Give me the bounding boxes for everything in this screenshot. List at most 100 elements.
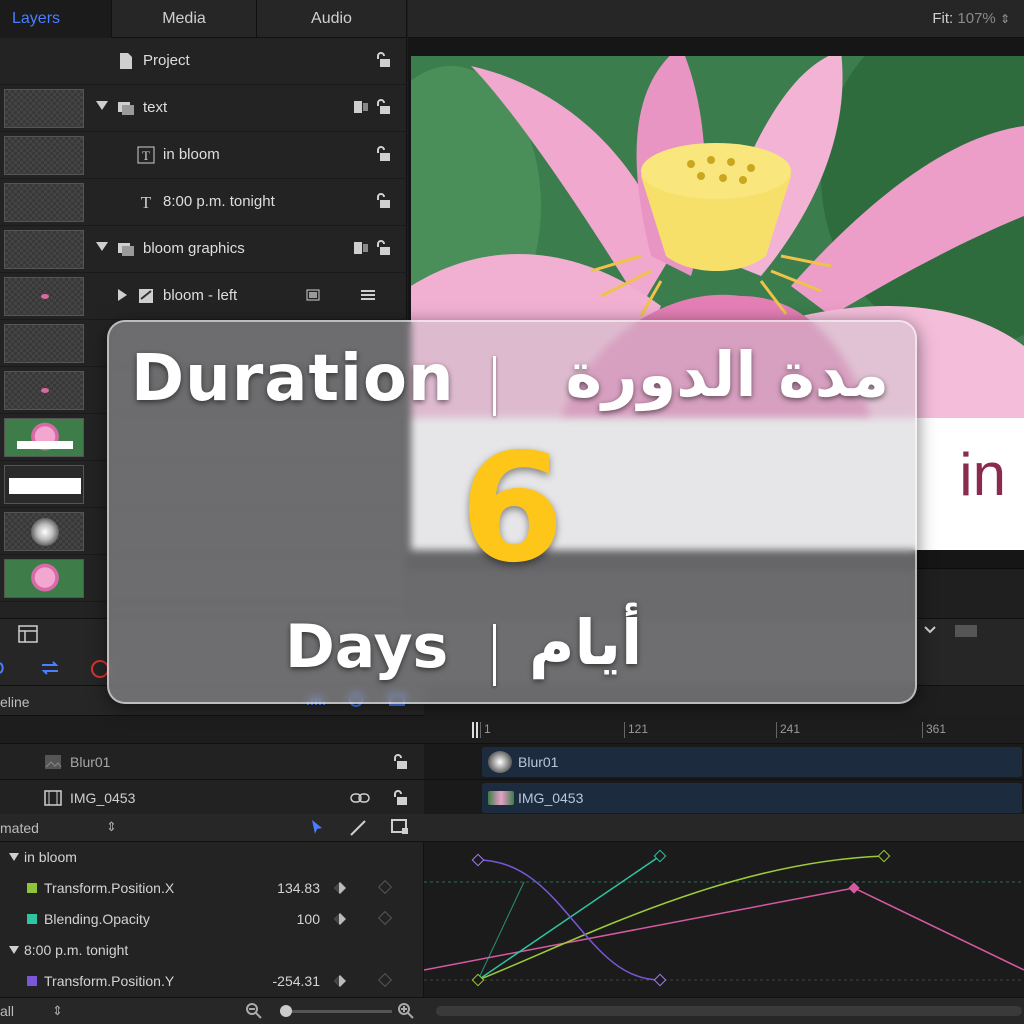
param-group-8pm-tonight[interactable]: 8:00 p.m. tonight [0, 935, 424, 966]
disclosure-triangle-icon[interactable] [96, 101, 108, 110]
layer-thumbnail [4, 324, 84, 363]
timeline-scrollbar[interactable] [436, 1006, 1022, 1016]
layout-icon[interactable] [18, 625, 38, 643]
track-row-img-0453[interactable]: IMG_0453 IMG_0453 [0, 780, 1024, 816]
box-select-icon[interactable] [390, 818, 410, 836]
group-icon [118, 243, 134, 256]
view-options-icon[interactable] [954, 623, 978, 639]
layer-row-bloom-left[interactable]: bloom - left [0, 273, 407, 320]
layer-thumbnail [4, 465, 84, 504]
curve-position-x [477, 855, 885, 981]
ruler-tick: 121 [624, 722, 648, 738]
tab-layers[interactable]: Layers [0, 0, 112, 38]
zoom-slider-knob[interactable] [280, 1005, 292, 1017]
unlock-icon[interactable] [375, 146, 391, 162]
zoom-out-icon[interactable] [246, 1003, 262, 1019]
zoom-in-icon[interactable] [398, 1003, 414, 1019]
keyframe-point[interactable] [653, 849, 667, 863]
tab-media[interactable]: Media [112, 0, 257, 38]
timeline-clip[interactable]: Blur01 [482, 747, 1022, 777]
group-2d-icon[interactable] [353, 240, 369, 256]
curve-set-select[interactable]: all [0, 1003, 14, 1019]
layer-row-bloom-graphics[interactable]: bloom graphics [0, 226, 407, 273]
unlock-icon[interactable] [392, 754, 408, 770]
curve-color-swatch [27, 914, 37, 924]
text-layer-icon: T [141, 193, 152, 211]
clip-name: Blur01 [518, 754, 559, 770]
loop-icon[interactable] [38, 659, 62, 677]
pointer-tool-icon[interactable] [310, 819, 324, 835]
add-keyframe-icon[interactable] [377, 879, 393, 895]
duration-title-en: Duration [131, 342, 455, 416]
ruler-tick: 1 [480, 722, 491, 738]
keyframe-nav-icon[interactable] [333, 881, 347, 895]
blend-stack-icon[interactable] [359, 287, 377, 303]
param-row-position-y[interactable]: Transform.Position.Y -254.31 [0, 966, 424, 997]
keyframe-point[interactable] [848, 882, 860, 894]
layer-thumbnail [4, 136, 84, 175]
unlock-icon[interactable] [375, 193, 391, 209]
group-name: in bloom [24, 849, 77, 865]
unlock-icon[interactable] [375, 99, 391, 115]
canvas-title-text: in [959, 441, 1006, 508]
keyframe-point[interactable] [471, 973, 485, 987]
fit-zoom-control[interactable]: Fit: 107% ⇕ [932, 10, 1010, 27]
parameter-list: in bloom Transform.Position.X 134.83 Ble… [0, 842, 424, 997]
clip-thumbnail [488, 751, 512, 773]
layer-row-in-bloom[interactable]: T in bloom [0, 132, 407, 179]
film-strip-icon [44, 790, 62, 806]
tab-audio[interactable]: Audio [257, 0, 407, 38]
link-icon[interactable] [350, 792, 370, 804]
track-row-blur01[interactable]: Blur01 Blur01 [0, 744, 1024, 780]
disclosure-triangle-icon[interactable] [96, 242, 108, 251]
stepper-icon[interactable]: ⇕ [106, 819, 117, 835]
param-value[interactable]: -254.31 [273, 973, 320, 989]
keyframe-curve-graph[interactable] [423, 842, 1024, 997]
add-keyframe-icon[interactable] [377, 972, 393, 988]
animation-curves [423, 849, 1024, 987]
keyframe-point[interactable] [877, 849, 891, 863]
duration-unit-en: Days [285, 612, 449, 682]
unlock-icon[interactable] [375, 240, 391, 256]
layer-thumbnail [4, 418, 84, 457]
timeline-clip[interactable]: IMG_0453 [482, 783, 1022, 813]
param-value[interactable]: 134.83 [277, 880, 320, 896]
duration-number: 6 [459, 422, 565, 596]
add-keyframe-icon[interactable] [377, 910, 393, 926]
filter-stack-icon[interactable] [305, 287, 321, 303]
curve-color-swatch [27, 883, 37, 893]
param-group-in-bloom[interactable]: in bloom [0, 842, 424, 873]
layer-row-text[interactable]: text [0, 85, 407, 132]
keyframe-filter-select[interactable]: mated [0, 820, 39, 836]
timeline-ruler[interactable]: 1 121 241 361 [424, 716, 1024, 744]
group-2d-icon[interactable] [353, 99, 369, 115]
keyframe-nav-icon[interactable] [333, 912, 347, 926]
disclosure-triangle-icon[interactable] [9, 853, 19, 861]
zoom-slider[interactable] [280, 1005, 392, 1017]
pen-tool-icon[interactable] [348, 818, 368, 838]
keyframe-nav-icon[interactable] [333, 974, 347, 988]
layer-row-project[interactable]: Project [0, 38, 407, 85]
keyframe-point[interactable] [653, 973, 667, 987]
stepper-icon[interactable]: ⇕ [52, 1003, 63, 1019]
keyframe-bottom-bar: all ⇕ [0, 997, 1024, 1024]
disclosure-triangle-icon[interactable] [118, 289, 127, 301]
canvas-toolbar: Fit: 107% ⇕ [408, 0, 1024, 38]
param-name: Transform.Position.Y [44, 973, 175, 989]
param-value[interactable]: 100 [297, 911, 320, 927]
keyframe-point[interactable] [471, 853, 485, 867]
unlock-icon[interactable] [392, 790, 408, 806]
clip-name: IMG_0453 [518, 790, 584, 806]
layer-row-8pm-tonight[interactable]: T 8:00 p.m. tonight [0, 179, 407, 226]
curve-handle [477, 881, 525, 981]
playhead-icon[interactable] [472, 722, 478, 738]
unlock-icon[interactable] [375, 52, 391, 68]
param-row-opacity[interactable]: Blending.Opacity 100 [0, 904, 424, 935]
audio-icon[interactable] [0, 659, 14, 677]
disclosure-triangle-icon[interactable] [9, 946, 19, 954]
divider [493, 624, 496, 686]
param-row-position-x[interactable]: Transform.Position.X 134.83 [0, 873, 424, 904]
replicator-icon [139, 289, 153, 303]
duration-unit-ar: أيام [529, 606, 643, 679]
chevron-down-icon[interactable] [922, 623, 938, 637]
